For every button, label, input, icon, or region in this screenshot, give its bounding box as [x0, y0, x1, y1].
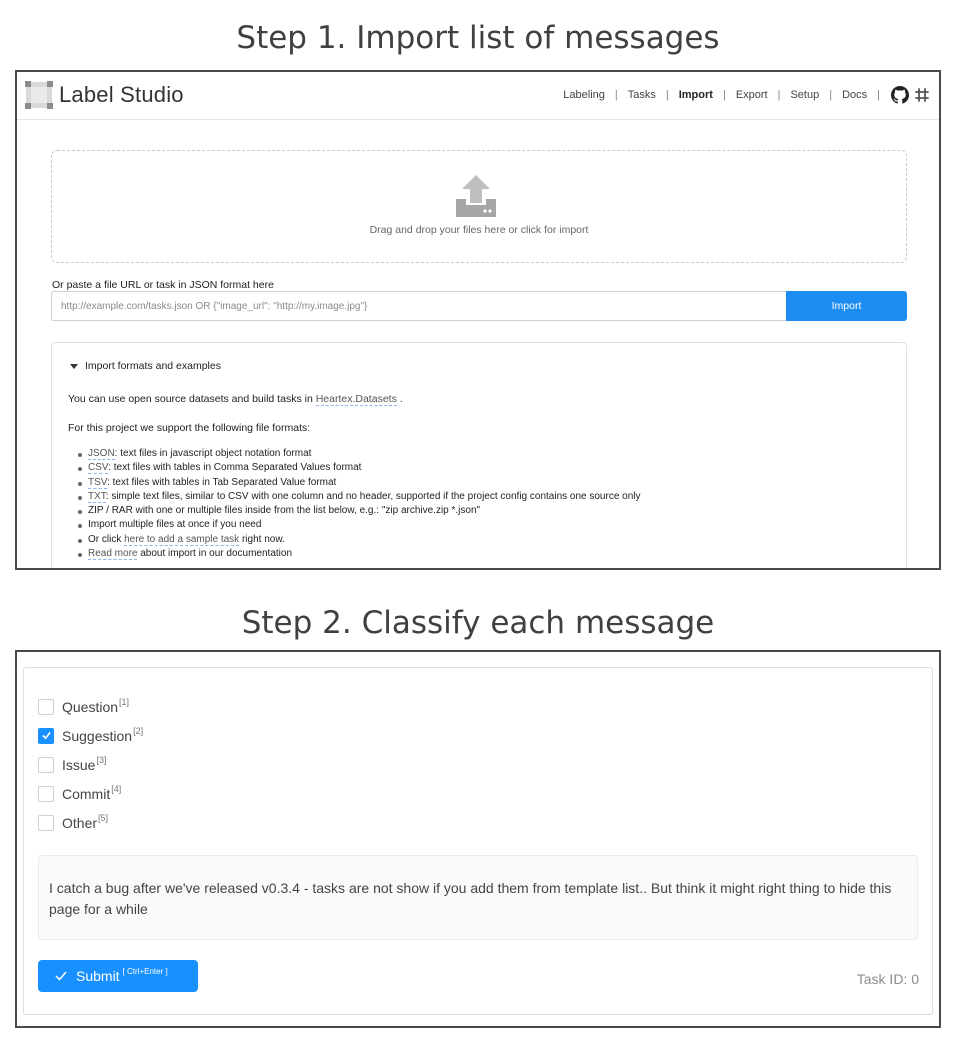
choice-label: Issue	[62, 757, 96, 773]
nav-item-labeling[interactable]: Labeling	[562, 89, 606, 101]
choice-commit[interactable]: Commit [4]	[38, 784, 121, 804]
check-icon	[42, 731, 51, 740]
choice-label: Question	[62, 699, 119, 715]
choice-label: Commit	[62, 786, 111, 802]
caret-down-icon	[70, 363, 78, 369]
slack-icon[interactable]	[914, 87, 930, 103]
checkbox[interactable]	[38, 699, 54, 715]
task-id: Task ID: 0	[856, 971, 919, 987]
hotkey-hint: [5]	[98, 813, 109, 823]
choice-suggestion[interactable]: Suggestion [2]	[38, 726, 143, 746]
import-formats-panel: Import formats and examples You can use …	[51, 342, 907, 568]
list-item: Read more about import in our documentat…	[78, 547, 641, 561]
step2-title: Step 2. Classify each message	[241, 605, 715, 641]
heartex-datasets-link[interactable]: Heartex.Datasets	[315, 393, 397, 406]
import-button[interactable]: Import	[786, 291, 907, 321]
list-item: Or click here to add a sample task right…	[78, 533, 641, 547]
list-item: TXT: simple text files, similar to CSV w…	[78, 490, 641, 504]
choice-question[interactable]: Question [1]	[38, 697, 129, 717]
txt-link[interactable]: TXT	[88, 490, 106, 503]
list-item: CSV: text files with tables in Comma Sep…	[78, 461, 641, 475]
label-studio-logo-icon[interactable]	[25, 81, 53, 109]
nav-item-import[interactable]: Import	[678, 89, 714, 101]
sample-task-link[interactable]: here to add a sample task	[124, 533, 240, 546]
hotkey-hint: [1]	[119, 697, 130, 707]
choice-label: Suggestion	[62, 728, 133, 744]
checkbox[interactable]	[38, 757, 54, 773]
classify-screenshot-panel: Question [1] Suggestion [2] Issue [3] Commi…	[15, 650, 941, 1028]
import-screenshot-panel: Label Studio Labeling | Tasks | Import |…	[15, 70, 941, 570]
dropzone-text: Drag and drop your files here or click f…	[369, 224, 589, 236]
url-input[interactable]	[51, 291, 787, 321]
navbar: Label Studio Labeling | Tasks | Import |…	[17, 72, 939, 120]
hotkey-hint: [2]	[133, 726, 144, 736]
list-item: JSON: text files in javascript object no…	[78, 447, 641, 461]
json-link[interactable]: JSON	[88, 448, 115, 460]
app-name[interactable]: Label Studio	[59, 82, 184, 108]
support-paragraph: For this project we support the followin…	[68, 422, 311, 434]
upload-icon	[456, 175, 496, 217]
checkbox-checked[interactable]	[38, 728, 54, 744]
choice-other[interactable]: Other [5]	[38, 813, 108, 833]
paste-label: Or paste a file URL or task in JSON form…	[52, 279, 274, 291]
formats-heading: Import formats and examples	[85, 360, 221, 372]
nav-item-setup[interactable]: Setup	[789, 89, 820, 101]
file-dropzone[interactable]: Drag and drop your files here or click f…	[51, 150, 907, 263]
nav-item-docs[interactable]: Docs	[841, 89, 868, 101]
nav-item-tasks[interactable]: Tasks	[627, 89, 657, 101]
nav-item-export[interactable]: Export	[735, 89, 769, 101]
github-icon[interactable]	[891, 86, 909, 104]
hotkey-hint: [3]	[96, 755, 107, 765]
checkbox[interactable]	[38, 786, 54, 802]
message-text: I catch a bug after we've released v0.3.…	[38, 855, 918, 940]
step1-title: Step 1. Import list of messages	[236, 20, 720, 56]
read-more-link[interactable]: Read more	[88, 548, 138, 561]
list-item: ZIP / RAR with one or multiple files ins…	[78, 504, 641, 518]
formats-toggle[interactable]: Import formats and examples	[70, 360, 221, 372]
checkbox[interactable]	[38, 815, 54, 831]
csv-link[interactable]: CSV	[88, 462, 109, 475]
list-item: TSV: text files with tables in Tab Separ…	[78, 476, 641, 490]
nav-links: Labeling | Tasks | Import | Export | Set…	[562, 89, 880, 101]
choice-label: Other	[62, 815, 98, 831]
formats-list: JSON: text files in javascript object no…	[78, 447, 641, 561]
submit-button[interactable]: Submit[ Ctrl+Enter ]	[38, 960, 198, 992]
labeling-card: Question [1] Suggestion [2] Issue [3] Commi…	[23, 667, 933, 1015]
check-icon	[55, 971, 67, 981]
submit-label: Submit	[76, 968, 120, 984]
choice-issue[interactable]: Issue [3]	[38, 755, 106, 775]
hotkey-hint: [4]	[111, 784, 122, 794]
submit-hotkey-hint: [ Ctrl+Enter ]	[122, 966, 168, 976]
list-item: Import multiple files at once if you nee…	[78, 518, 641, 532]
tsv-link[interactable]: TSV	[88, 476, 108, 489]
datasets-paragraph: You can use open source datasets and bui…	[68, 393, 403, 406]
